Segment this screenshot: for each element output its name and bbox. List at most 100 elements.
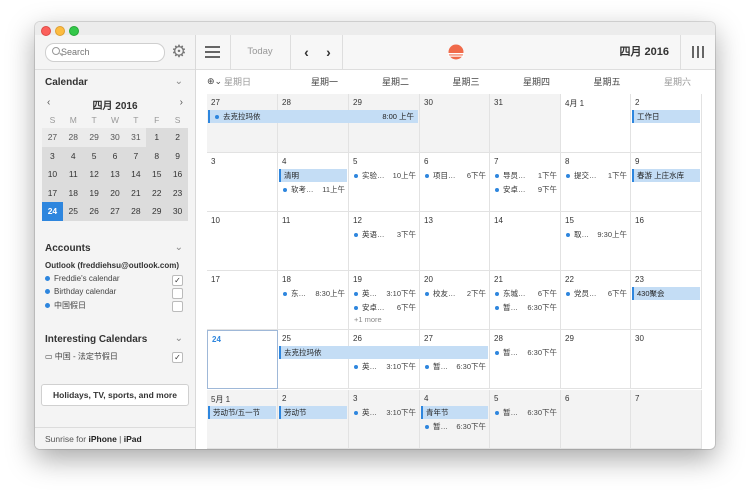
account-calendar-row[interactable]: 中国假日: [45, 300, 183, 313]
day-cell[interactable]: 2: [278, 389, 349, 449]
mini-day[interactable]: 12: [83, 165, 105, 184]
mini-day[interactable]: 13: [104, 165, 126, 184]
event-item[interactable]: 提交… 1下午: [562, 170, 629, 181]
search-input[interactable]: [61, 44, 156, 59]
event-bar[interactable]: 去克拉玛依 8:00 上午: [208, 110, 418, 123]
event-bar[interactable]: 青年节: [421, 405, 488, 419]
day-cell[interactable]: 7: [631, 389, 702, 449]
timezone-icon[interactable]: ⊕⌄: [207, 76, 222, 87]
mini-day[interactable]: 3: [42, 146, 63, 165]
event-item[interactable]: 安卓… 6下午: [350, 302, 418, 313]
day-cell[interactable]: 16: [631, 212, 702, 272]
mini-day[interactable]: 18: [62, 183, 84, 202]
chevron-down-icon[interactable]: ⌄: [175, 76, 183, 87]
search-box[interactable]: [45, 43, 165, 62]
day-cell[interactable]: 25: [278, 330, 349, 390]
event-item[interactable]: 英… 3:10下午: [350, 361, 418, 372]
mini-day[interactable]: 27: [42, 128, 63, 147]
day-cell[interactable]: 7: [490, 153, 561, 213]
minimize-window-button[interactable]: [55, 26, 65, 36]
mini-day[interactable]: 29: [83, 128, 105, 147]
calendar-checkbox[interactable]: [172, 288, 183, 299]
zoom-window-button[interactable]: [69, 26, 79, 36]
mini-day[interactable]: 17: [42, 183, 63, 202]
day-cell[interactable]: 10: [207, 212, 278, 272]
mini-day[interactable]: 24: [42, 202, 63, 221]
day-cell[interactable]: 20: [420, 271, 490, 331]
day-cell[interactable]: 9: [631, 153, 702, 213]
calendar-checkbox[interactable]: [172, 301, 183, 312]
day-cell[interactable]: 18: [278, 271, 349, 331]
close-window-button[interactable]: [41, 26, 51, 36]
event-item[interactable]: 东… 8:30上午: [279, 288, 347, 299]
gear-icon[interactable]: ⚙: [170, 43, 188, 61]
holidays-more-button[interactable]: Holidays, TV, sports, and more: [41, 384, 189, 406]
mini-day[interactable]: 28: [125, 202, 147, 221]
event-bar[interactable]: 工作日: [632, 110, 700, 123]
view-toggle-icon[interactable]: [680, 35, 715, 69]
chevron-down-icon[interactable]: ⌄: [175, 333, 183, 344]
interesting-calendar-row[interactable]: ▭ 中国 - 法定节假日 ✓: [45, 351, 183, 364]
day-cell[interactable]: 22: [561, 271, 631, 331]
mini-day[interactable]: 4: [62, 146, 84, 165]
calendar-checkbox[interactable]: ✓: [172, 352, 183, 363]
day-cell[interactable]: 21: [490, 271, 561, 331]
event-bar[interactable]: 430聚会: [632, 287, 700, 301]
day-cell[interactable]: 23: [631, 271, 702, 331]
mini-day[interactable]: 25: [62, 202, 84, 221]
event-item[interactable]: 暂… 6:30下午: [421, 421, 488, 432]
day-cell[interactable]: 17: [207, 271, 278, 331]
mini-day[interactable]: 28: [62, 128, 84, 147]
chevron-down-icon[interactable]: ⌄: [175, 242, 183, 253]
event-item[interactable]: 英语… 3下午: [350, 229, 418, 240]
day-cell[interactable]: 4: [278, 153, 349, 213]
day-cell[interactable]: 5: [490, 389, 561, 449]
day-cell[interactable]: 4月 1: [561, 94, 631, 154]
mini-day[interactable]: 7: [125, 146, 147, 165]
event-item[interactable]: 暂… 6:30下午: [491, 302, 559, 313]
more-events-link[interactable]: +1 more: [354, 315, 382, 324]
day-cell[interactable]: 28: [490, 330, 561, 390]
day-cell[interactable]: 3: [207, 153, 278, 213]
day-cell[interactable]: 31: [490, 94, 561, 154]
mini-next-month-button[interactable]: ›: [180, 97, 183, 108]
mini-day[interactable]: 23: [167, 183, 188, 202]
day-cell[interactable]: 27: [207, 94, 278, 154]
ipad-link[interactable]: iPad: [124, 434, 142, 444]
day-cell[interactable]: 8: [561, 153, 631, 213]
mini-day[interactable]: 15: [146, 165, 168, 184]
day-cell[interactable]: 11: [278, 212, 349, 272]
iphone-link[interactable]: iPhone: [88, 434, 116, 444]
day-cell[interactable]: 29: [349, 94, 420, 154]
mini-day[interactable]: 27: [104, 202, 126, 221]
calendar-checkbox[interactable]: ✓: [172, 275, 183, 286]
mini-day[interactable]: 16: [167, 165, 188, 184]
day-cell[interactable]: 15: [561, 212, 631, 272]
account-calendar-row[interactable]: Freddie's calendar ✓: [45, 274, 183, 287]
event-bar[interactable]: 劳动节/五一节: [208, 405, 276, 419]
account-calendar-row[interactable]: Birthday calendar: [45, 287, 183, 300]
day-cell[interactable]: 5月 1: [207, 389, 278, 449]
event-item[interactable]: 英… 3:10下午: [350, 288, 418, 299]
mini-day[interactable]: 1: [146, 128, 168, 147]
day-cell[interactable]: 2: [631, 94, 702, 154]
day-cell[interactable]: 6: [561, 389, 631, 449]
day-cell[interactable]: 24: [207, 330, 278, 390]
mini-day[interactable]: 9: [167, 146, 188, 165]
mini-day[interactable]: 31: [125, 128, 147, 147]
event-item[interactable]: 英… 3:10下午: [350, 407, 418, 418]
event-bar[interactable]: 劳动节: [279, 405, 347, 419]
day-cell[interactable]: 30: [631, 330, 702, 390]
mini-day[interactable]: 8: [146, 146, 168, 165]
event-item[interactable]: 实验… 10上午: [350, 170, 418, 181]
mini-day[interactable]: 14: [125, 165, 147, 184]
mini-day[interactable]: 10: [42, 165, 63, 184]
day-cell[interactable]: 30: [420, 94, 490, 154]
day-cell[interactable]: 28: [278, 94, 349, 154]
day-cell[interactable]: 3: [349, 389, 420, 449]
event-item[interactable]: 暂… 6:30下午: [491, 347, 559, 358]
mini-day[interactable]: 2: [167, 128, 188, 147]
event-bar[interactable]: 清明: [279, 169, 347, 183]
event-item[interactable]: 导员… 1下午: [491, 170, 559, 181]
mini-day[interactable]: 19: [83, 183, 105, 202]
